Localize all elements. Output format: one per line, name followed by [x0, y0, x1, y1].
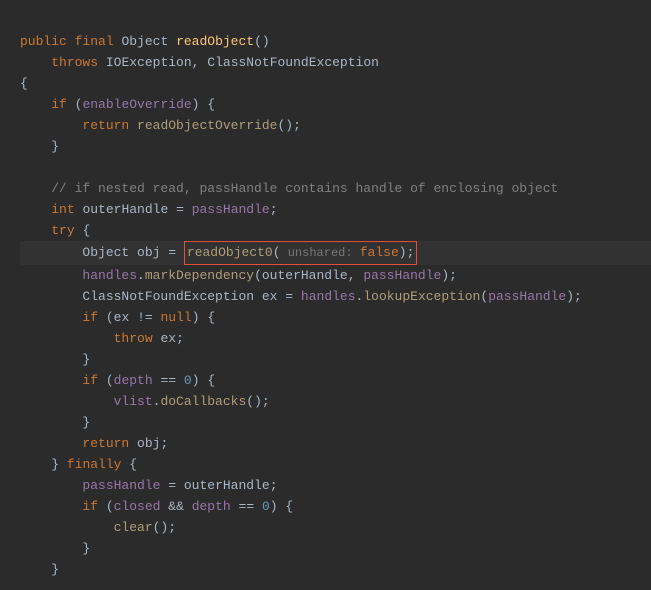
code-line: if (ex != null) {	[20, 310, 215, 325]
code-line: if (depth == 0) {	[20, 373, 215, 388]
keyword-return: return	[82, 118, 129, 133]
keyword-public: public	[20, 34, 67, 49]
code-editor[interactable]: public final Object readObject() throws …	[0, 0, 651, 590]
code-line: int outerHandle = passHandle;	[20, 202, 278, 217]
code-line: handles.markDependency(outerHandle, pass…	[20, 268, 457, 283]
code-line: ClassNotFoundException ex = handles.look…	[20, 289, 582, 304]
code-line: return obj;	[20, 436, 168, 451]
code-line: }	[20, 352, 90, 367]
code-line: throw ex;	[20, 331, 184, 346]
code-line: vlist.doCallbacks();	[20, 394, 270, 409]
code-line: passHandle = outerHandle;	[20, 478, 278, 493]
keyword-try: try	[51, 223, 74, 238]
method-name: readObject	[176, 34, 254, 49]
keyword-int: int	[51, 202, 74, 217]
code-line: clear();	[20, 520, 176, 535]
code-line: }	[20, 415, 90, 430]
highlighted-box: readObject0( unshared: false);	[184, 241, 418, 265]
highlighted-line: Object obj = readObject0( unshared: fals…	[20, 241, 651, 265]
code-line: throws IOException, ClassNotFoundExcepti…	[20, 55, 379, 70]
comment: // if nested read, passHandle contains h…	[51, 181, 558, 196]
code-line	[20, 160, 28, 175]
code-line: try {	[20, 223, 90, 238]
parameter-hint: unshared:	[281, 246, 360, 260]
code-line: if (enableOverride) {	[20, 97, 215, 112]
type-object: Object	[121, 34, 168, 49]
keyword-finally: finally	[67, 457, 122, 472]
code-line: }	[20, 139, 59, 154]
code-line: {	[20, 76, 28, 91]
code-line: } finally {	[20, 457, 137, 472]
code-line: // if nested read, passHandle contains h…	[20, 181, 558, 196]
keyword-if: if	[51, 97, 67, 112]
code-line: if (closed && depth == 0) {	[20, 499, 293, 514]
keyword-throw: throw	[114, 331, 153, 346]
code-line: return readObjectOverride();	[20, 118, 301, 133]
keyword-final: final	[75, 34, 114, 49]
code-line: }	[20, 541, 90, 556]
keyword-throws: throws	[51, 55, 98, 70]
code-line: }	[20, 562, 59, 577]
code-line: public final Object readObject()	[20, 34, 270, 49]
